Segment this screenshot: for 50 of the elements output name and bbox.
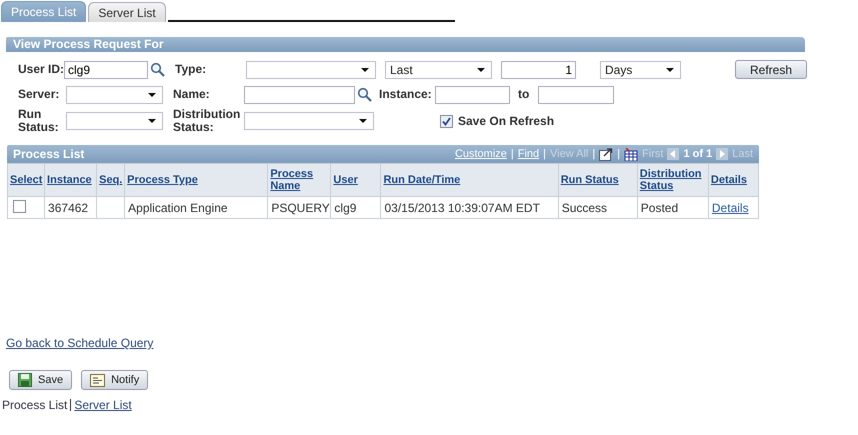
name-field[interactable] (244, 86, 355, 104)
field-label: User ID: (18, 63, 64, 76)
instance-to-field[interactable] (538, 86, 614, 104)
user-id-field[interactable]: clg9 (64, 60, 148, 78)
period-select[interactable]: Last (385, 60, 492, 78)
footer-link[interactable]: Process List (2, 398, 68, 412)
field-label: Type: (175, 63, 208, 76)
checkbox[interactable] (13, 200, 26, 212)
table-cell: 03/15/2013 10:39:07AM EDT (384, 200, 540, 214)
checkbox-label: Save On Refresh (458, 114, 554, 128)
previous-icon[interactable] (667, 148, 680, 160)
type-select[interactable] (246, 60, 376, 78)
instance-from-field[interactable] (435, 86, 510, 104)
separator: | (543, 148, 546, 160)
field-label: Name: (173, 88, 211, 101)
table-cell: Application Engine (128, 200, 228, 214)
field-label: Run Status: (18, 108, 60, 134)
checkbox[interactable] (440, 114, 453, 128)
table-cell: Posted (640, 200, 678, 214)
page-count: 1 of 1 (683, 148, 712, 160)
window-icon[interactable] (599, 148, 614, 160)
run-status-select[interactable] (66, 112, 163, 130)
footer-link[interactable]: Server List (74, 398, 132, 412)
search-icon[interactable] (357, 86, 373, 102)
note-icon (90, 374, 106, 386)
separator: | (617, 148, 620, 160)
field-label: Instance: (379, 88, 433, 101)
count-field[interactable]: 1 (501, 60, 576, 78)
notify-button[interactable]: Notify (81, 370, 148, 390)
refresh-button[interactable]: Refresh (735, 60, 807, 79)
save-button[interactable]: Save (9, 370, 72, 390)
field-label: to (518, 88, 530, 101)
table-cell: clg9 (334, 200, 356, 214)
tab[interactable]: Server List (88, 2, 166, 22)
search-icon[interactable] (150, 62, 166, 78)
back-link[interactable]: Go back to Schedule Query (6, 336, 154, 350)
field-label: Distribution Status: (173, 108, 242, 134)
server-select[interactable] (66, 86, 163, 104)
field-label: Server: (18, 88, 60, 101)
table-cell: Success (562, 200, 608, 214)
table-cell: PSQUERY (271, 200, 330, 214)
distribution-status-select[interactable] (244, 112, 374, 130)
grid-title: Process List (13, 147, 84, 161)
next-icon[interactable] (716, 148, 728, 160)
section-header: View Process Request For (6, 37, 805, 52)
unit-select[interactable]: Days (600, 60, 681, 78)
table-cell: 367462 (48, 200, 88, 214)
separator: | (592, 148, 596, 160)
separator: | (510, 148, 514, 160)
spreadsheet-icon[interactable] (624, 148, 638, 160)
